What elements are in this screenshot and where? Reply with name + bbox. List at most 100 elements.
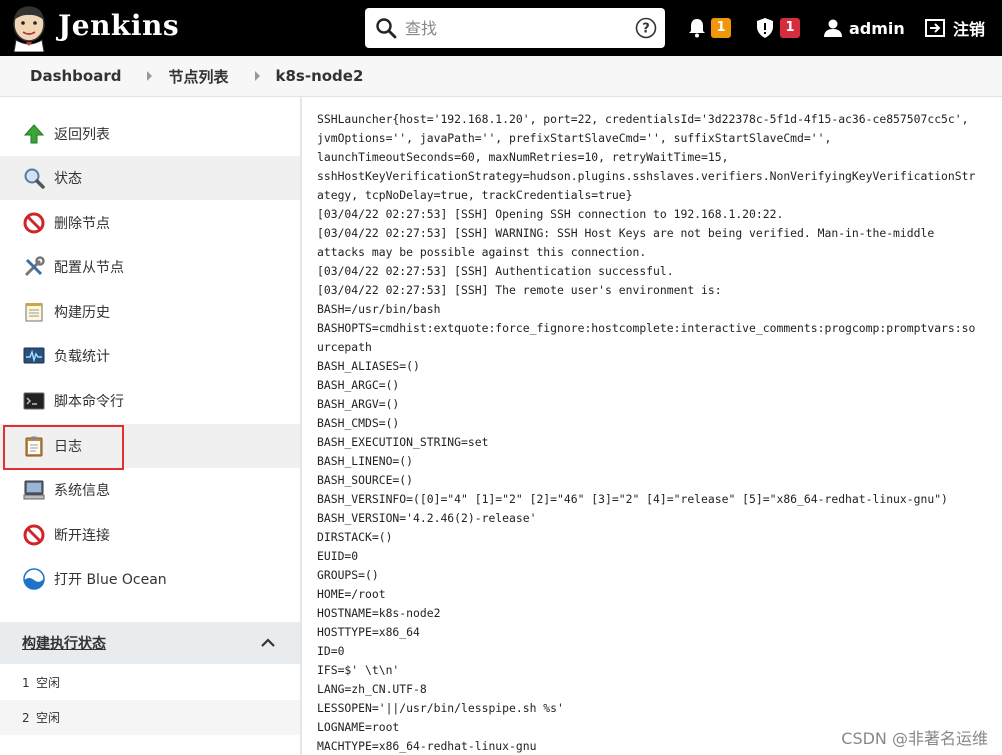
console-line: SSHLauncher{host='192.168.1.20', port=22… [317,112,969,126]
sidebar-item-label: 打开 Blue Ocean [54,572,167,588]
console-line: BASHOPTS=cmdhist:extquote:force_fignore:… [317,321,976,335]
watermark: CSDN @非著名运维 [841,729,988,748]
tools-icon [24,256,45,277]
console-line: HOSTNAME=k8s-node2 [317,606,441,620]
no-entry-icon [23,212,45,234]
sidebar-item-system-info[interactable]: 系统信息 [0,468,300,512]
console-line: urcepath [317,340,372,354]
sidebar-item-build-history[interactable]: 构建历史 [0,290,300,334]
executor-status: 空闲 [36,711,61,725]
sidebar-item-configure[interactable]: 配置从节点 [0,245,300,289]
console-line: [03/04/22 02:27:53] [SSH] The remote use… [317,283,722,297]
security-button[interactable]: 1 [755,14,800,42]
shield-icon [757,18,773,38]
console-line: attacks may be possible against this con… [317,245,647,259]
breadcrumb-separator-icon [254,71,260,81]
console-line: BASH_VERSION='4.2.46(2)-release' [317,511,537,525]
logout-label: 注销 [953,20,986,39]
search-icon [376,18,397,39]
executor-row: 2 空闲 [0,700,300,735]
console-line: BASH_LINENO=() [317,454,414,468]
sidebar-item-blue-ocean[interactable]: 打开 Blue Ocean [0,557,300,601]
console-line: BASH_SOURCE=() [317,473,414,487]
console-output: SSHLauncher{host='192.168.1.20', port=22… [317,110,992,755]
breadcrumb-separator-icon [147,71,153,81]
console-line: EUID=0 [317,549,359,563]
svg-text:?: ? [642,22,650,37]
logout-button[interactable]: 注销 [924,14,985,42]
monitor-graph-icon [23,347,45,364]
chevron-up-icon[interactable] [260,635,276,651]
breadcrumb-current-node[interactable]: k8s-node2 [276,67,364,85]
help-icon[interactable]: ? [635,17,657,39]
sidebar-item-label: 删除节点 [54,216,110,232]
console-line: BASH_VERSINFO=([0]="4" [1]="2" [2]="46" … [317,492,948,506]
console-line: LESSOPEN='||/usr/bin/lesspipe.sh %s' [317,701,564,715]
sidebar-item-label: 脚本命令行 [54,394,124,410]
user-icon [824,19,842,37]
console-line: [03/04/22 02:27:53] [SSH] WARNING: SSH H… [317,226,935,240]
console-line: ID=0 [317,644,345,658]
sidebar-item-label: 构建历史 [54,305,110,321]
breadcrumb-node-list[interactable]: 节点列表 [168,66,228,87]
console-line: [03/04/22 02:27:53] [SSH] Authentication… [317,264,674,278]
sidebar-item-label: 负载统计 [54,349,110,365]
logout-icon [925,19,945,37]
breadcrumb-dashboard[interactable]: Dashboard [30,67,121,85]
sidebar-item-label: 状态 [54,171,82,187]
console-line: BASH_ARGC=() [317,378,400,392]
clipboard-icon [25,436,43,457]
console-line: DIRSTACK=() [317,530,393,544]
user-menu[interactable]: admin [823,14,905,42]
sidebar-item-label: 配置从节点 [54,260,124,276]
sidebar-item-load-statistics[interactable]: 负载统计 [0,334,300,378]
executor-number: 2 [22,710,30,725]
console-line: BASH_ARGV=() [317,397,400,411]
sidebar-item-disconnect[interactable]: 断开连接 [0,513,300,557]
up-arrow-icon [23,124,45,144]
sidebar-item-script-console[interactable]: 脚本命令行 [0,379,300,423]
sidebar-item-label: 断开连接 [54,528,110,544]
executor-row: 1 空闲 [0,665,300,700]
console-line: [03/04/22 02:27:53] [SSH] Opening SSH co… [317,207,784,221]
console-line: BASH=/usr/bin/bash [317,302,441,316]
console-line: BASH_CMDS=() [317,416,400,430]
executor-number: 1 [22,675,30,690]
notifications-button[interactable]: 1 [688,14,731,42]
console-line: ategy, tcpNoDelay=true, trackCredentials… [317,188,633,202]
search-input[interactable] [405,14,625,42]
console-line: BASH_ALIASES=() [317,359,420,373]
console-line: launchTimeoutSeconds=60, maxNumRetries=1… [317,150,729,164]
executor-status: 空闲 [36,676,61,690]
blue-ocean-icon [23,568,45,590]
executor-status-header[interactable]: 构建执行状态 [0,622,300,664]
sidebar-item-back-to-list[interactable]: 返回列表 [0,112,300,156]
breadcrumb: Dashboard 节点列表 k8s-node2 [0,56,1002,97]
no-entry-icon [23,524,45,546]
brand-title[interactable]: Jenkins [58,9,179,42]
notepad-icon [25,303,43,322]
security-badge: 1 [780,18,800,38]
console-line: LANG=zh_CN.UTF-8 [317,682,427,696]
jenkins-logo-icon[interactable] [6,4,52,52]
search-box: ? [365,8,665,48]
content-divider [300,97,302,755]
console-line: sshHostKeyVerificationStrategy=hudson.pl… [317,169,976,183]
computer-icon [23,480,45,500]
executor-status-title[interactable]: 构建执行状态 [22,633,106,653]
sidebar-item-label: 返回列表 [54,127,110,143]
sidebar-item-log[interactable]: 日志 [0,424,300,468]
sidebar-item-delete-node[interactable]: 删除节点 [0,201,300,245]
sidebar-item-label: 日志 [54,439,82,455]
console-line: IFS=$' \t\n' [317,663,400,677]
sidebar-item-status[interactable]: 状态 [0,156,300,200]
magnifier-icon [24,168,45,189]
console-line: BASH_EXECUTION_STRING=set [317,435,489,449]
notifications-badge: 1 [711,18,731,38]
bell-icon [689,19,705,38]
console-line: HOSTTYPE=x86_64 [317,625,420,639]
console-line: jvmOptions='', javaPath='', prefixStartS… [317,131,832,145]
username: admin [849,18,905,38]
console-line: HOME=/root [317,587,386,601]
console-line: GROUPS=() [317,568,379,582]
